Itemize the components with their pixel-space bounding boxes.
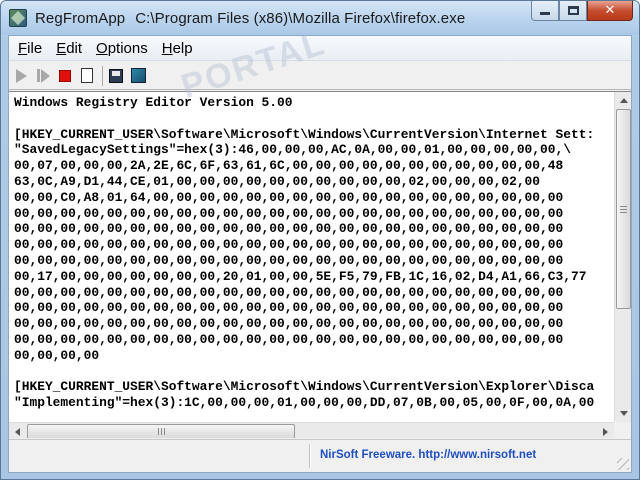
open-regedit-button[interactable] <box>129 67 147 85</box>
registry-text-line: [HKEY_CURRENT_USER\Software\Microsoft\Wi… <box>14 126 595 142</box>
scroll-left-button[interactable] <box>9 423 26 438</box>
minimize-icon <box>540 12 550 15</box>
maximize-button[interactable] <box>559 1 587 21</box>
registry-text-line <box>14 111 611 127</box>
save-button[interactable] <box>107 67 125 85</box>
registry-text-line: "SavedLegacySettings"=hex(3):46,00,00,00… <box>14 142 571 158</box>
registry-text-line: 00,00,00,00,00,00,00,00,00,00,00,00,00,0… <box>14 300 564 316</box>
registry-text[interactable]: Windows Registry Editor Version 5.00 [HKE… <box>14 95 611 422</box>
grip-icon <box>157 428 165 435</box>
status-divider <box>309 444 310 468</box>
arrow-down-icon <box>619 411 628 416</box>
arrow-up-icon <box>619 98 628 103</box>
maximize-icon <box>567 6 579 15</box>
play-icon <box>15 68 27 83</box>
regedit-icon <box>130 68 146 83</box>
minimize-button[interactable] <box>531 1 559 21</box>
title-bar[interactable]: RegFromApp C:\Program Files (x86)\Mozilla… <box>1 1 639 35</box>
registry-text-line: 00,00,00,00,00,00,00,00,00,00,00,00,00,0… <box>14 205 564 221</box>
horizontal-scroll-thumb[interactable] <box>27 424 295 438</box>
menu-edit[interactable]: Edit <box>49 40 89 57</box>
registry-text-line: 00,00,00,00 <box>14 347 100 363</box>
resize-grip-icon[interactable] <box>617 458 629 470</box>
start-button[interactable] <box>12 67 30 85</box>
arrow-left-icon <box>15 427 20 436</box>
registry-text-line: 00,00,00,00,00,00,00,00,00,00,00,00,00,0… <box>14 316 564 332</box>
registry-text-line <box>14 364 611 380</box>
registry-text-line: 63,0C,A9,D1,44,CE,01,00,00,00,00,00,00,0… <box>14 173 541 189</box>
new-button[interactable] <box>78 67 96 85</box>
scroll-right-button[interactable] <box>597 423 614 438</box>
resume-button[interactable] <box>34 67 52 85</box>
menu-options[interactable]: Options <box>89 40 155 57</box>
registry-text-line: 00,00,00,00,00,00,00,00,00,00,00,00,00,0… <box>14 284 564 300</box>
scroll-up-button[interactable] <box>615 92 631 109</box>
grip-icon <box>620 205 627 213</box>
menu-file[interactable]: File <box>11 40 49 57</box>
registry-text-line: [HKEY_CURRENT_USER\Software\Microsoft\Wi… <box>14 379 595 395</box>
horizontal-scrollbar[interactable] <box>9 422 614 438</box>
stop-icon <box>59 69 71 82</box>
registry-text-line: Windows Registry Editor Version 5.00 <box>14 95 293 110</box>
registry-text-line: 00,00,00,00,00,00,00,00,00,00,00,00,00,0… <box>14 331 564 347</box>
app-window: RegFromApp C:\Program Files (x86)\Mozilla… <box>0 0 640 480</box>
toolbar <box>9 62 631 90</box>
registry-text-line: "Implementing"=hex(3):1C,00,00,00,01,00,… <box>14 395 595 411</box>
registry-text-line: 00,17,00,00,00,00,00,00,00,20,01,00,00,5… <box>14 268 587 284</box>
registry-text-line: 00,00,00,00,00,00,00,00,00,00,00,00,00,0… <box>14 252 564 268</box>
arrow-right-icon <box>603 427 608 436</box>
close-button[interactable]: ✕ <box>587 1 633 21</box>
vertical-scrollbar[interactable] <box>614 92 631 422</box>
registry-app-icon[interactable] <box>9 9 27 27</box>
process-path: C:\Program Files (x86)\Mozilla Firefox\f… <box>135 10 466 27</box>
menu-bar: File Edit Options Help <box>9 36 631 61</box>
registry-text-line: 00,00,00,00,00,00,00,00,00,00,00,00,00,0… <box>14 237 564 253</box>
menu-help[interactable]: Help <box>155 40 200 57</box>
registry-text-view[interactable]: Windows Registry Editor Version 5.00 [HKE… <box>9 91 631 438</box>
scrollbar-corner <box>614 422 631 438</box>
floppy-disk-icon <box>109 68 123 83</box>
registry-text-line: 00,00,00,00,00,00,00,00,00,00,00,00,00,0… <box>14 221 564 237</box>
registry-text-line: 00,00,C0,A8,01,64,00,00,00,00,00,00,00,0… <box>14 189 564 205</box>
toolbar-separator <box>102 65 103 86</box>
document-icon <box>81 68 93 83</box>
window-controls: ✕ <box>531 1 633 23</box>
client-area: File Edit Options Help PORTAL Windows Re… <box>8 24 632 473</box>
scroll-down-button[interactable] <box>615 405 631 422</box>
status-bar: NirSoft Freeware. http://www.nirsoft.net <box>9 439 631 472</box>
nirsoft-link[interactable]: NirSoft Freeware. http://www.nirsoft.net <box>320 449 536 461</box>
window-title: RegFromApp C:\Program Files (x86)\Mozilla… <box>35 10 465 27</box>
stop-button[interactable] <box>56 67 74 85</box>
close-icon: ✕ <box>604 3 616 18</box>
play-pause-icon <box>36 68 50 83</box>
app-name: RegFromApp <box>35 10 126 27</box>
registry-text-line: 00,07,00,00,00,2A,2E,6C,6F,63,61,6C,00,0… <box>14 158 564 174</box>
vertical-scroll-thumb[interactable] <box>616 109 631 309</box>
